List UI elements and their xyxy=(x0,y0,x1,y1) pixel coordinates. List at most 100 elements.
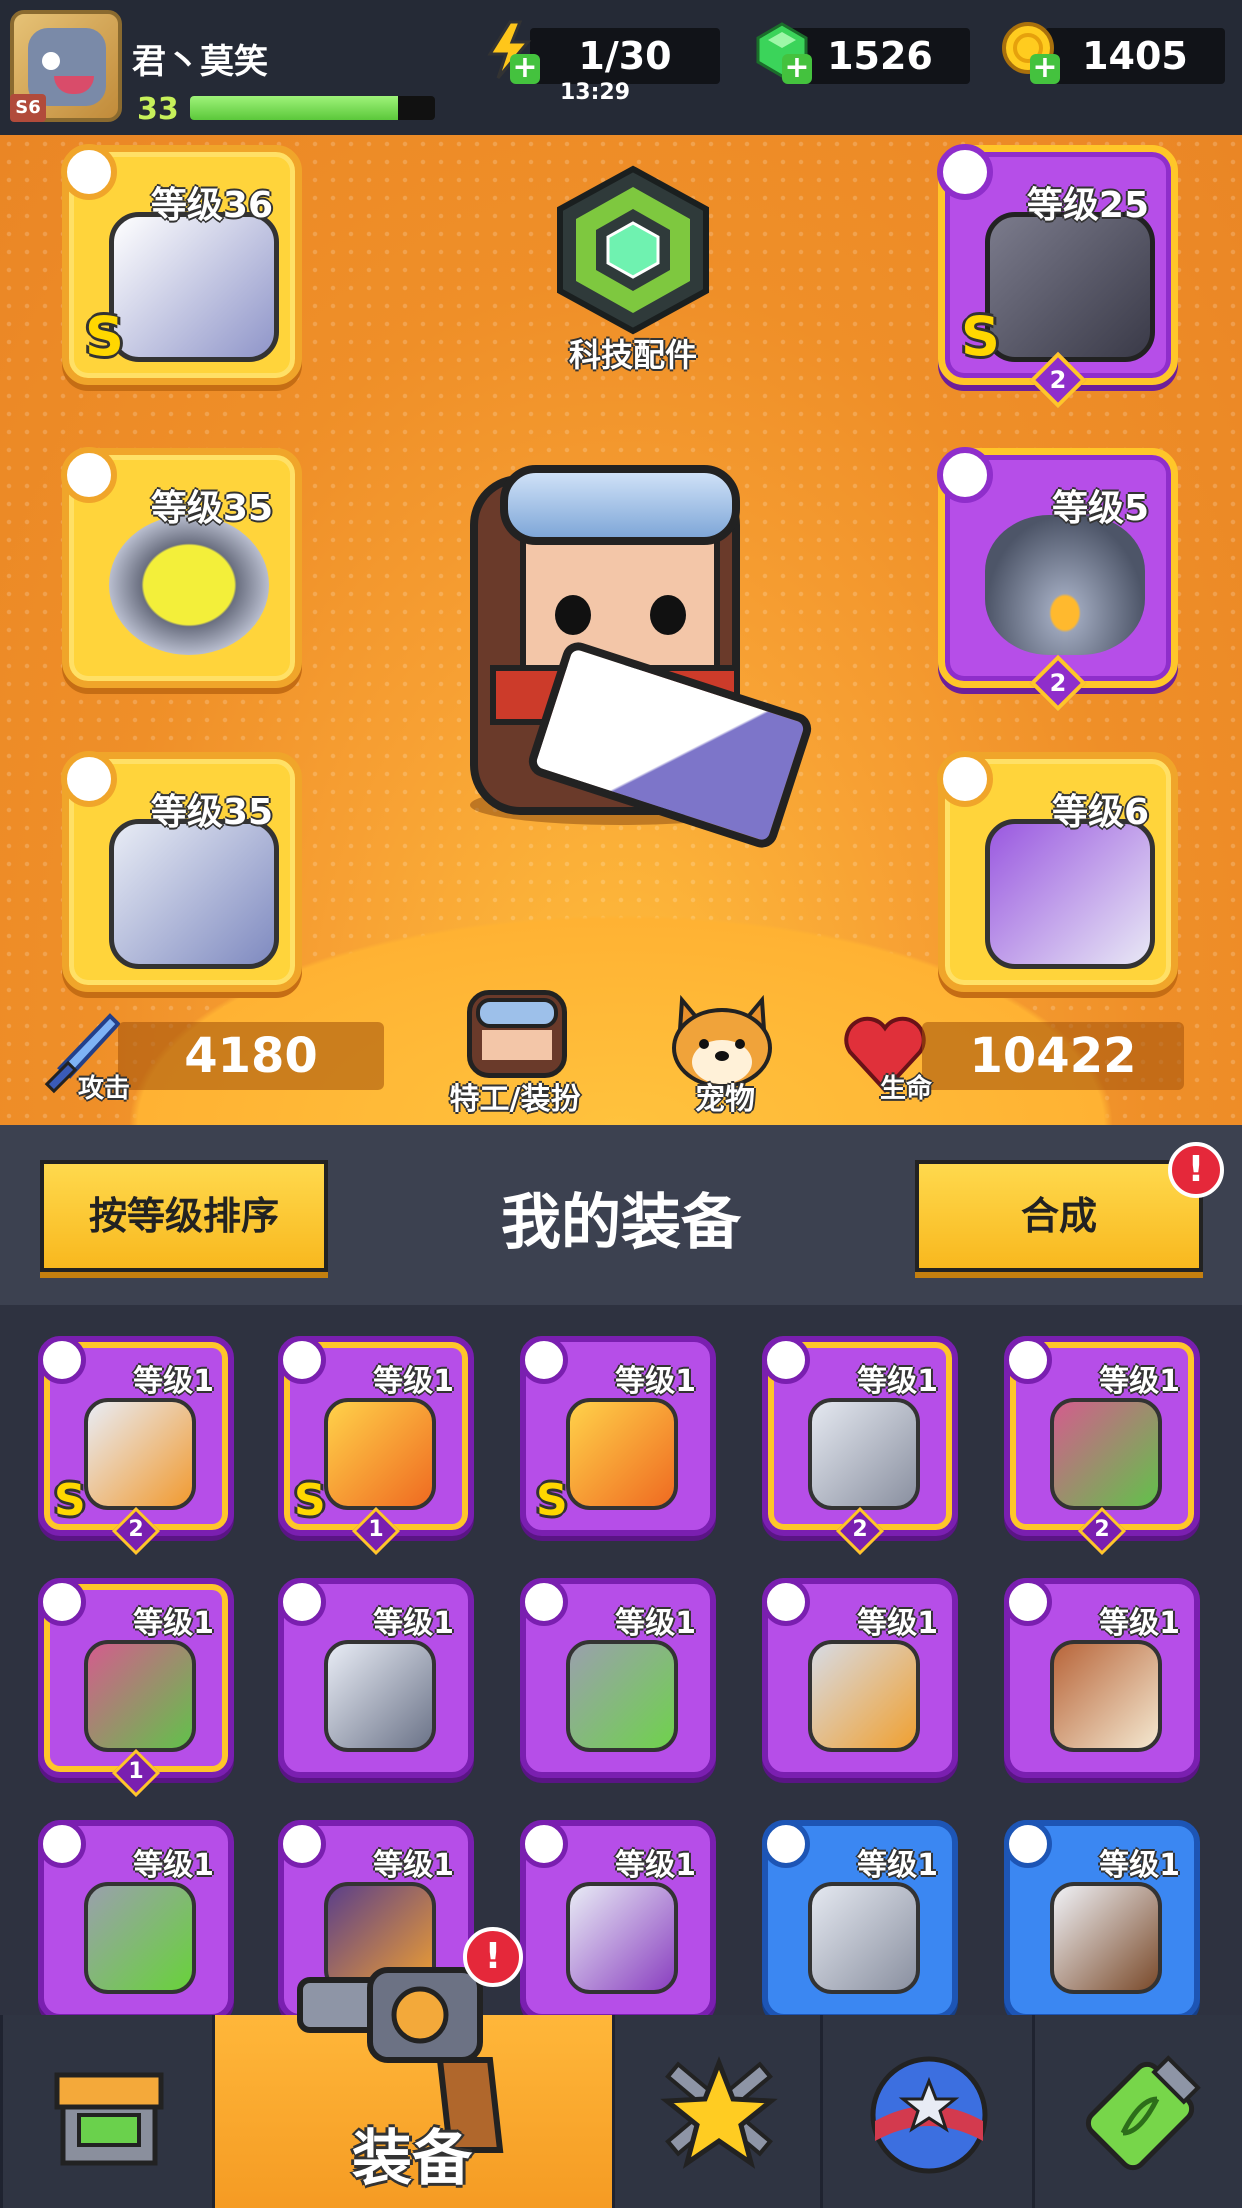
item-stars: 2 xyxy=(1094,1517,1110,1542)
agent-outfit-button[interactable] xyxy=(462,990,572,1080)
item-level: 等级1 xyxy=(857,1364,938,1399)
inventory-item[interactable]: 等级1 xyxy=(1004,1578,1200,1778)
item-level: 等级1 xyxy=(373,1848,454,1883)
item-level: 等级1 xyxy=(1099,1606,1180,1641)
item-level: 等级1 xyxy=(615,1606,696,1641)
agent-outfit-label: 特工/装扮 xyxy=(449,1082,581,1117)
inventory-item[interactable]: 等级1 xyxy=(1004,1820,1200,2020)
armor-type-icon xyxy=(520,1578,568,1626)
weapon-level: 等级36 xyxy=(150,185,273,226)
season-badge: S6 xyxy=(10,94,46,122)
inventory-item[interactable]: 等级1 1 xyxy=(38,1578,234,1798)
add-energy-icon[interactable]: + xyxy=(510,53,540,84)
necklace-type-icon xyxy=(38,1820,86,1868)
inventory-title: 我的装备 xyxy=(501,1188,741,1258)
hero-eye-right xyxy=(650,595,686,635)
item-level: 等级1 xyxy=(1099,1848,1180,1883)
item-level: 等级1 xyxy=(133,1848,214,1883)
flame-sword-icon xyxy=(324,1398,436,1510)
silver-jacket-icon xyxy=(324,1640,436,1752)
item-rank: S xyxy=(536,1475,568,1526)
gold-coin-icon[interactable]: + xyxy=(1000,20,1060,84)
gem-value: 1526 xyxy=(827,34,933,78)
lightning-icon[interactable]: + xyxy=(480,20,540,84)
weapon-type-icon xyxy=(1004,1820,1052,1868)
armor-type-icon xyxy=(937,144,993,200)
attack-label: 攻击 xyxy=(78,1074,131,1104)
green-gem-icon[interactable]: + xyxy=(752,20,812,84)
inventory-item[interactable]: 等级1 xyxy=(762,1578,958,1778)
dark-armor-icon xyxy=(985,212,1155,362)
xp-bar-fill xyxy=(190,96,399,120)
star-belt-icon xyxy=(985,515,1145,655)
tech-parts-button[interactable] xyxy=(548,165,718,335)
merge-button[interactable]: 合成 xyxy=(915,1160,1203,1272)
boots-type-icon xyxy=(38,1578,86,1626)
kunai-icon xyxy=(808,1398,920,1510)
mech-armor-icon xyxy=(84,1398,196,1510)
gloves-type-icon xyxy=(61,751,117,807)
armor-type-icon xyxy=(38,1336,86,1384)
pet-label: 宠物 xyxy=(695,1082,755,1117)
equipped-weapon-slot[interactable]: 等级36 S xyxy=(61,144,302,385)
player-level: 33 xyxy=(137,92,179,127)
inventory-item[interactable]: 等级1 S 2 xyxy=(38,1336,234,1556)
armor-level: 等级25 xyxy=(1026,185,1149,226)
add-coins-icon[interactable]: + xyxy=(1030,53,1060,84)
sort-by-level-button[interactable]: 按等级排序 xyxy=(40,1160,328,1272)
inventory-item[interactable]: 等级1 S 1 xyxy=(278,1336,474,1556)
boots-type-icon xyxy=(937,751,993,807)
item-level: 等级1 xyxy=(1099,1364,1180,1399)
metal-gauntlet-icon xyxy=(109,819,279,969)
hero-goggles xyxy=(500,465,740,545)
item-rank: S xyxy=(294,1475,326,1526)
item-level: 等级1 xyxy=(373,1606,454,1641)
inventory-item[interactable]: 等级1 S xyxy=(520,1336,716,1536)
equipped-belt-slot[interactable]: 等级5 2 xyxy=(937,447,1178,712)
equipped-gloves-slot[interactable]: 等级35 xyxy=(61,751,302,992)
inventory-item[interactable]: 等级1 xyxy=(762,1820,958,2020)
inventory-item[interactable]: 等级1 2 xyxy=(1004,1336,1200,1556)
inventory-item[interactable]: 等级1 xyxy=(38,1820,234,2020)
necklace-type-icon xyxy=(1004,1578,1052,1626)
equipped-boots-slot[interactable]: 等级6 xyxy=(937,751,1178,992)
energy-counter: 1/30 xyxy=(530,28,720,84)
gem-necklace-icon xyxy=(84,1882,196,1994)
inventory-item[interactable]: 等级1 2 xyxy=(762,1336,958,1556)
coin-counter: 1405 xyxy=(1045,28,1225,84)
gem-armor-icon xyxy=(566,1640,678,1752)
tab-events[interactable] xyxy=(820,2015,1032,2208)
inventory-item[interactable]: 等级1 xyxy=(520,1820,716,2020)
hero-character xyxy=(430,455,816,915)
star-ball-icon xyxy=(870,2056,988,2174)
tab-evolve[interactable] xyxy=(1032,2015,1242,2208)
hero-eye-left xyxy=(555,595,591,635)
tech-parts-label: 科技配件 xyxy=(568,336,697,374)
gloves-level: 等级35 xyxy=(150,792,273,833)
energy-timer: 13:29 xyxy=(560,80,631,105)
weapon-type-icon xyxy=(520,1336,568,1384)
blaster-gun-icon xyxy=(109,212,279,362)
belt-level: 等级5 xyxy=(1051,488,1149,529)
add-gems-icon[interactable]: + xyxy=(782,53,812,84)
plate-armor-icon xyxy=(808,1640,920,1752)
armor-type-icon xyxy=(278,1578,326,1626)
merge-alert-icon: ! xyxy=(1168,1142,1224,1198)
claw-boots-icon xyxy=(1050,1398,1162,1510)
item-level: 等级1 xyxy=(615,1364,696,1399)
armor-rank: S xyxy=(961,305,1000,368)
tab-shop[interactable] xyxy=(0,2015,212,2208)
item-stars: 1 xyxy=(368,1517,384,1542)
spiked-collar-icon xyxy=(109,515,269,655)
coin-value: 1405 xyxy=(1082,34,1188,78)
tab-battle[interactable] xyxy=(612,2015,820,2208)
necklace-level: 等级35 xyxy=(150,488,273,529)
flame-sword-icon xyxy=(566,1398,678,1510)
inventory-item[interactable]: 等级1 xyxy=(278,1578,474,1778)
equipped-necklace-slot[interactable]: 等级35 xyxy=(61,447,302,688)
kunai-icon xyxy=(808,1882,920,1994)
item-level: 等级1 xyxy=(615,1848,696,1883)
equipped-armor-slot[interactable]: 等级25 S 2 xyxy=(937,144,1178,409)
inventory-item[interactable]: 等级1 xyxy=(520,1578,716,1778)
item-stars: 1 xyxy=(128,1759,144,1784)
